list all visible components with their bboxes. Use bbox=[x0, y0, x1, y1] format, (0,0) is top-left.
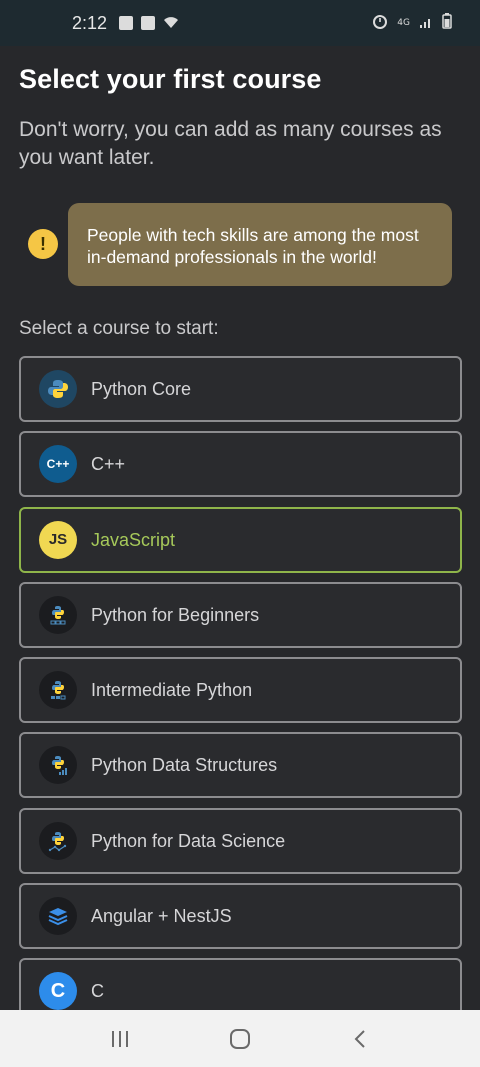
alarm-icon bbox=[372, 13, 388, 34]
python-beginners-icon bbox=[39, 595, 77, 634]
network-type: 4G bbox=[397, 17, 410, 28]
course-angular-nestjs[interactable]: Angular + NestJS bbox=[19, 883, 462, 950]
python-data-structures-icon bbox=[39, 746, 77, 785]
tip-bubble: People with tech skills are among the mo… bbox=[68, 203, 452, 286]
course-label: Python for Data Science bbox=[91, 830, 286, 851]
javascript-icon: JS bbox=[39, 520, 77, 559]
signal-icon bbox=[419, 13, 433, 34]
status-time: 2:12 bbox=[72, 12, 108, 33]
gallery-icon bbox=[119, 16, 134, 30]
angular-nestjs-icon bbox=[39, 897, 77, 936]
page-subtitle: Don't worry, you can add as many courses… bbox=[19, 118, 442, 169]
course-cpp[interactable]: C++ C++ bbox=[19, 431, 462, 498]
course-label: C++ bbox=[91, 454, 126, 475]
course-label: JavaScript bbox=[91, 529, 176, 550]
course-label: Angular + NestJS bbox=[91, 906, 232, 927]
course-python-data-science[interactable]: Python for Data Science bbox=[19, 807, 462, 874]
course-python-beginners[interactable]: Python for Beginners bbox=[19, 581, 462, 648]
python-intermediate-icon bbox=[39, 671, 77, 710]
course-label: C bbox=[91, 981, 104, 1002]
battery-icon bbox=[442, 12, 452, 34]
back-icon[interactable] bbox=[345, 1024, 375, 1054]
course-label: Intermediate Python bbox=[91, 680, 253, 701]
navigation-bar bbox=[0, 1010, 480, 1067]
course-javascript[interactable]: JS JavaScript bbox=[19, 506, 462, 573]
cpp-icon: C++ bbox=[39, 445, 77, 484]
python-data-science-icon bbox=[39, 821, 77, 860]
c-icon: C bbox=[39, 972, 77, 1011]
course-python-core[interactable]: Python Core bbox=[19, 356, 462, 422]
python-icon bbox=[39, 370, 77, 408]
home-icon[interactable] bbox=[225, 1024, 255, 1054]
wifi-icon bbox=[163, 13, 179, 34]
course-python-data-structures[interactable]: Python Data Structures bbox=[19, 732, 462, 799]
course-label: Python Data Structures bbox=[91, 755, 278, 776]
status-bar: 2:12 4G bbox=[0, 0, 480, 46]
section-label: Select a course to start: bbox=[19, 318, 219, 339]
page-title: Select your first course bbox=[19, 64, 322, 94]
course-label: Python for Beginners bbox=[91, 604, 260, 625]
course-label: Python Core bbox=[91, 379, 192, 399]
recent-apps-icon[interactable] bbox=[105, 1024, 135, 1054]
info-icon: ! bbox=[28, 229, 58, 259]
course-intermediate-python[interactable]: Intermediate Python bbox=[19, 657, 462, 724]
checkbox-notification-icon bbox=[141, 16, 156, 30]
course-list: Python Core C++ C++ JS JavaScript Python… bbox=[19, 356, 462, 1034]
